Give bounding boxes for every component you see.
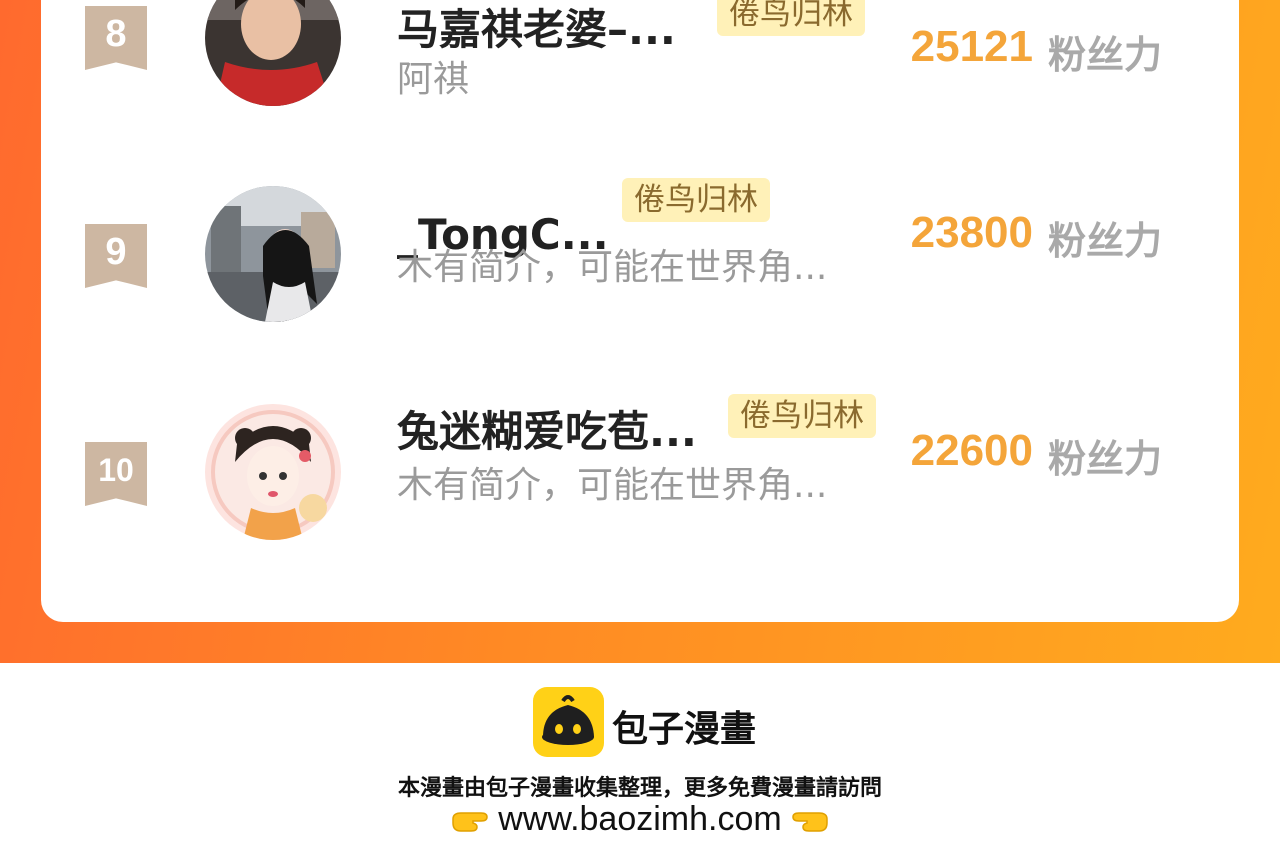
group-tag: 倦鸟归林	[728, 394, 876, 438]
footer-url-link[interactable]: www.baozimh.com	[498, 800, 781, 838]
avatar[interactable]	[205, 404, 341, 540]
rank-badge: 9	[85, 224, 147, 288]
avatar-image-icon	[205, 404, 341, 540]
fan-score: 23800	[910, 208, 1033, 257]
fan-score-unit: 粉丝力	[1048, 33, 1163, 77]
user-name[interactable]: 兔迷糊爱吃苞...	[397, 398, 697, 459]
footer-note: 本漫畫由包子漫畫收集整理，更多免費漫畫請訪問	[397, 776, 882, 801]
footer-brand[interactable]: 包子漫畫	[612, 700, 756, 752]
user-bio: 木有简介，可能在世界角...	[397, 247, 828, 288]
rank-badge: 10	[85, 442, 147, 506]
fan-score: 25121	[910, 22, 1033, 71]
ranking-row[interactable]: 10 兔迷糊爱吃苞... 倦鸟归林 木有简介，可能在世界角... 22600 粉…	[41, 394, 1239, 544]
baozi-bun-icon	[542, 695, 594, 745]
fan-score-unit: 粉丝力	[1048, 219, 1163, 263]
group-tag: 倦鸟归林	[622, 178, 770, 222]
pointing-right-hand-icon	[451, 807, 489, 835]
user-bio: 阿祺	[397, 59, 470, 100]
fan-score: 22600	[910, 426, 1033, 475]
ranking-row[interactable]: 8 马嘉祺老婆–... 倦鸟归林 阿祺 25121 粉丝力	[41, 0, 1239, 110]
ranking-card: 8 马嘉祺老婆–... 倦鸟归林 阿祺 25121 粉丝力 9 _TongC..…	[41, 0, 1239, 622]
avatar[interactable]	[205, 186, 341, 322]
rank-badge: 8	[85, 6, 147, 70]
ranking-row[interactable]: 9 _TongC... 倦鸟归林 木有简介，可能在世界角... 23800 粉丝…	[41, 178, 1239, 326]
avatar-image-icon	[205, 0, 341, 106]
user-name[interactable]: 马嘉祺老婆–...	[397, 0, 676, 57]
baozi-logo-icon[interactable]	[533, 687, 604, 757]
footer-url-row: www.baozimh.com	[0, 800, 1280, 839]
group-tag: 倦鸟归林	[717, 0, 865, 36]
pointing-left-hand-icon	[791, 807, 829, 835]
user-bio: 木有简介，可能在世界角...	[397, 465, 828, 506]
fan-score-unit: 粉丝力	[1048, 437, 1163, 481]
avatar-image-icon	[205, 186, 341, 322]
avatar[interactable]	[205, 0, 341, 106]
